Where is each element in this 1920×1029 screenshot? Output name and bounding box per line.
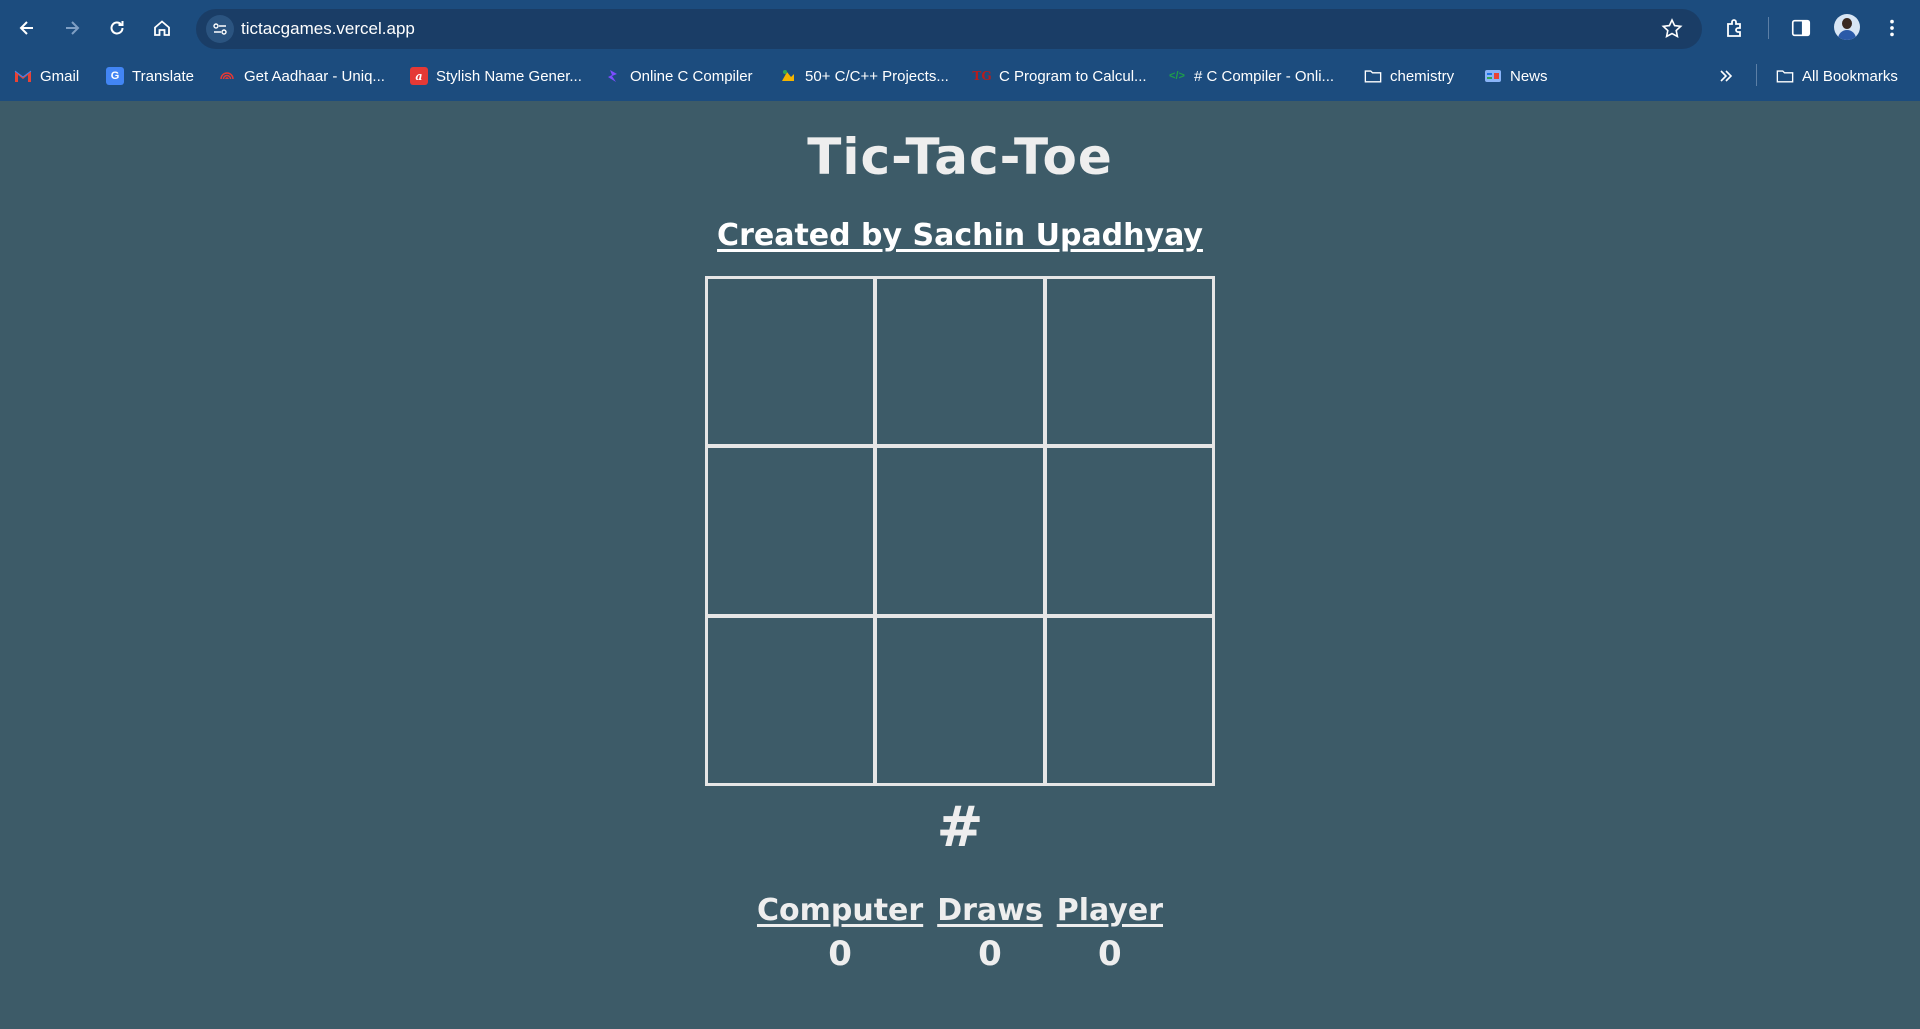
bookmark-c-projects[interactable]: 50+ C/C++ Projects... [779,64,949,88]
kebab-menu-icon [1890,19,1894,37]
score-label-draws: Draws [937,893,1043,928]
game-board [705,276,1215,786]
bookmark-aadhaar[interactable]: Get Aadhaar - Uniq... [218,64,385,88]
reload-icon [110,21,124,35]
news-icon [1484,67,1502,85]
bookmark-translate[interactable]: G Translate [106,64,194,88]
profile-avatar[interactable] [1834,14,1860,40]
board-cell-2[interactable] [875,276,1045,446]
browser-chrome: tictacgames.vercel.app Gmail GTranslate [0,0,1920,101]
arrow-left-icon [19,21,33,35]
forward-button[interactable] [54,10,90,46]
side-panel-button[interactable] [1785,12,1817,44]
home-button[interactable] [144,10,180,46]
score-player: Player 0 [1057,893,1163,974]
menu-button[interactable] [1876,12,1908,44]
score-label-computer: Computer [756,893,924,928]
bookmarks-bar: Gmail G Translate Get Aadhaar - Uniq... a… [0,58,1920,92]
compiler-icon [604,67,622,85]
address-bar[interactable]: tictacgames.vercel.app [196,9,1702,49]
toolbar-separator [1768,17,1769,39]
bookmarks-separator [1756,64,1757,86]
projects-icon [779,67,797,85]
aadhaar-icon [218,67,236,85]
folder-icon [1776,67,1794,85]
score-value-player: 0 [1098,934,1122,974]
home-icon [154,20,170,36]
gmail-icon [14,67,32,85]
folder-icon [1364,67,1382,85]
back-button[interactable] [9,10,45,46]
puzzle-icon [1727,19,1741,37]
code-icon: </> [1169,70,1185,82]
scoreboard: Computer 0 Draws 0 Player 0 [0,893,1920,974]
bookmark-gmail[interactable]: Gmail [14,64,79,88]
all-bookmarks-button[interactable]: All Bookmarks [1776,64,1898,88]
tg-icon: TG [972,69,992,83]
board-cell-5[interactable] [875,446,1045,616]
board-cell-7[interactable] [705,616,875,786]
game-status: # [936,795,984,860]
more-bookmarks-button[interactable] [1718,64,1734,88]
bookmark-c-compiler-online[interactable]: </> # C Compiler - Onli... [1168,64,1334,88]
stylish-name-icon: a [410,67,428,85]
translate-icon: G [106,67,124,85]
board-cell-3[interactable] [1045,276,1215,446]
double-chevron-right-icon [1720,70,1733,82]
bookmark-c-program-calc[interactable]: TG C Program to Calcul... [972,64,1146,88]
score-draws: Draws 0 [937,893,1043,974]
page-title: Tic-Tac-Toe [807,128,1113,186]
score-computer: Computer 0 [757,893,923,974]
board-cell-9[interactable] [1045,616,1215,786]
url-text[interactable]: tictacgames.vercel.app [241,19,415,39]
board-cell-4[interactable] [705,446,875,616]
site-settings-icon[interactable] [206,15,234,43]
browser-toolbar: tictacgames.vercel.app [0,0,1920,56]
bookmark-star-icon[interactable] [1660,17,1684,41]
credit-link[interactable]: Created by Sachin Upadhyay [0,218,1920,253]
score-value-computer: 0 [828,934,852,974]
side-panel-icon [1791,19,1811,37]
bookmark-news[interactable]: News [1484,64,1548,88]
board-cell-1[interactable] [705,276,875,446]
board-cell-8[interactable] [875,616,1045,786]
reload-button[interactable] [99,10,135,46]
score-label-player: Player [1056,893,1163,928]
score-value-draws: 0 [978,934,1002,974]
board-cell-6[interactable] [1045,446,1215,616]
arrow-right-icon [66,21,80,35]
bookmark-folder-chemistry[interactable]: chemistry [1364,64,1454,88]
bookmark-stylish-name[interactable]: a Stylish Name Gener... [410,64,582,88]
extensions-button[interactable] [1719,12,1751,44]
bookmark-online-c-compiler[interactable]: Online C Compiler [604,64,753,88]
